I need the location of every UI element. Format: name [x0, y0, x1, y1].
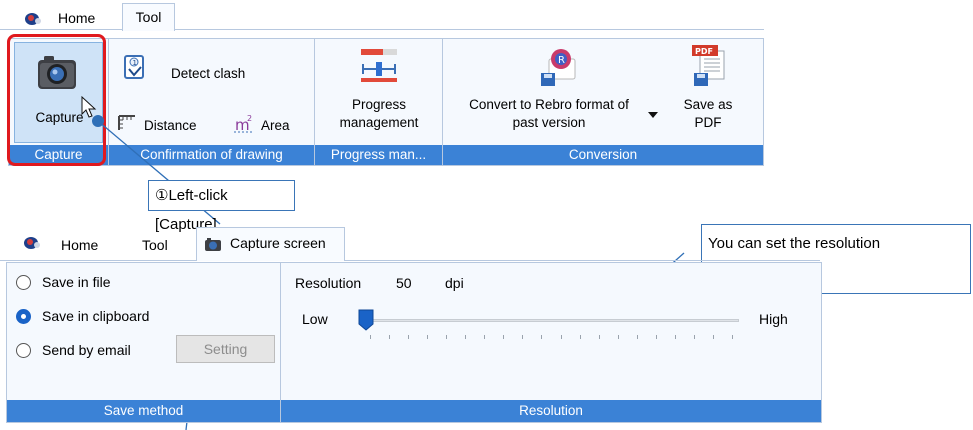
resolution-group-label: Resolution [281, 400, 821, 422]
slider-tick [484, 335, 486, 339]
resolution-caption: Resolution [295, 275, 362, 291]
send-by-email-radio[interactable] [16, 343, 31, 358]
app-menu-icon[interactable] [23, 236, 41, 250]
save-in-file-label[interactable]: Save in file [42, 274, 110, 290]
slider-tick [389, 335, 391, 339]
slider-high-label: High [759, 311, 788, 327]
slider-tick [446, 335, 448, 339]
camera-icon [205, 238, 221, 251]
slider-low-label: Low [302, 311, 328, 327]
slider-tick [560, 335, 562, 339]
capture-callout: ①Left-click [Capture]. [148, 180, 295, 233]
tab-capture-screen[interactable]: Capture screen [196, 227, 345, 261]
save-in-clipboard-label[interactable]: Save in clipboard [42, 308, 149, 324]
save-in-clipboard-radio[interactable] [16, 309, 31, 324]
resolution-group: Resolution 50 dpi Low High Resolution [281, 263, 821, 422]
save-in-file-radio[interactable] [16, 275, 31, 290]
tab-home[interactable]: Home [55, 233, 104, 257]
resolution-slider-thumb[interactable] [358, 309, 374, 331]
tab-capture-screen-label: Capture screen [230, 235, 326, 251]
slider-tick [636, 335, 638, 339]
bottom-ribbon-panel: Save in file Save in clipboard Send by e… [6, 262, 822, 423]
slider-tick [370, 335, 371, 339]
resolution-unit: dpi [445, 275, 464, 291]
slider-tick [465, 335, 467, 339]
slider-tick [598, 335, 600, 339]
save-method-group: Save in file Save in clipboard Send by e… [7, 263, 281, 422]
slider-tick [693, 335, 695, 339]
slider-tick [712, 335, 714, 339]
slider-tick [655, 335, 657, 339]
save-method-group-label: Save method [7, 400, 280, 422]
resolution-value: 50 [396, 275, 412, 291]
slider-tick [617, 335, 619, 339]
slider-tick [674, 335, 676, 339]
slider-tick [579, 335, 581, 339]
slider-tick [732, 335, 733, 339]
send-by-email-label[interactable]: Send by email [42, 342, 131, 358]
setting-button[interactable]: Setting [176, 335, 275, 363]
slider-tick [541, 335, 543, 339]
tab-tool[interactable]: Tool [136, 233, 174, 257]
slider-tick [522, 335, 524, 339]
resolution-slider-track[interactable] [363, 319, 739, 322]
slider-tick [408, 335, 410, 339]
slider-tick [503, 335, 505, 339]
bottom-tab-strip [0, 224, 820, 261]
slider-tick [427, 335, 429, 339]
